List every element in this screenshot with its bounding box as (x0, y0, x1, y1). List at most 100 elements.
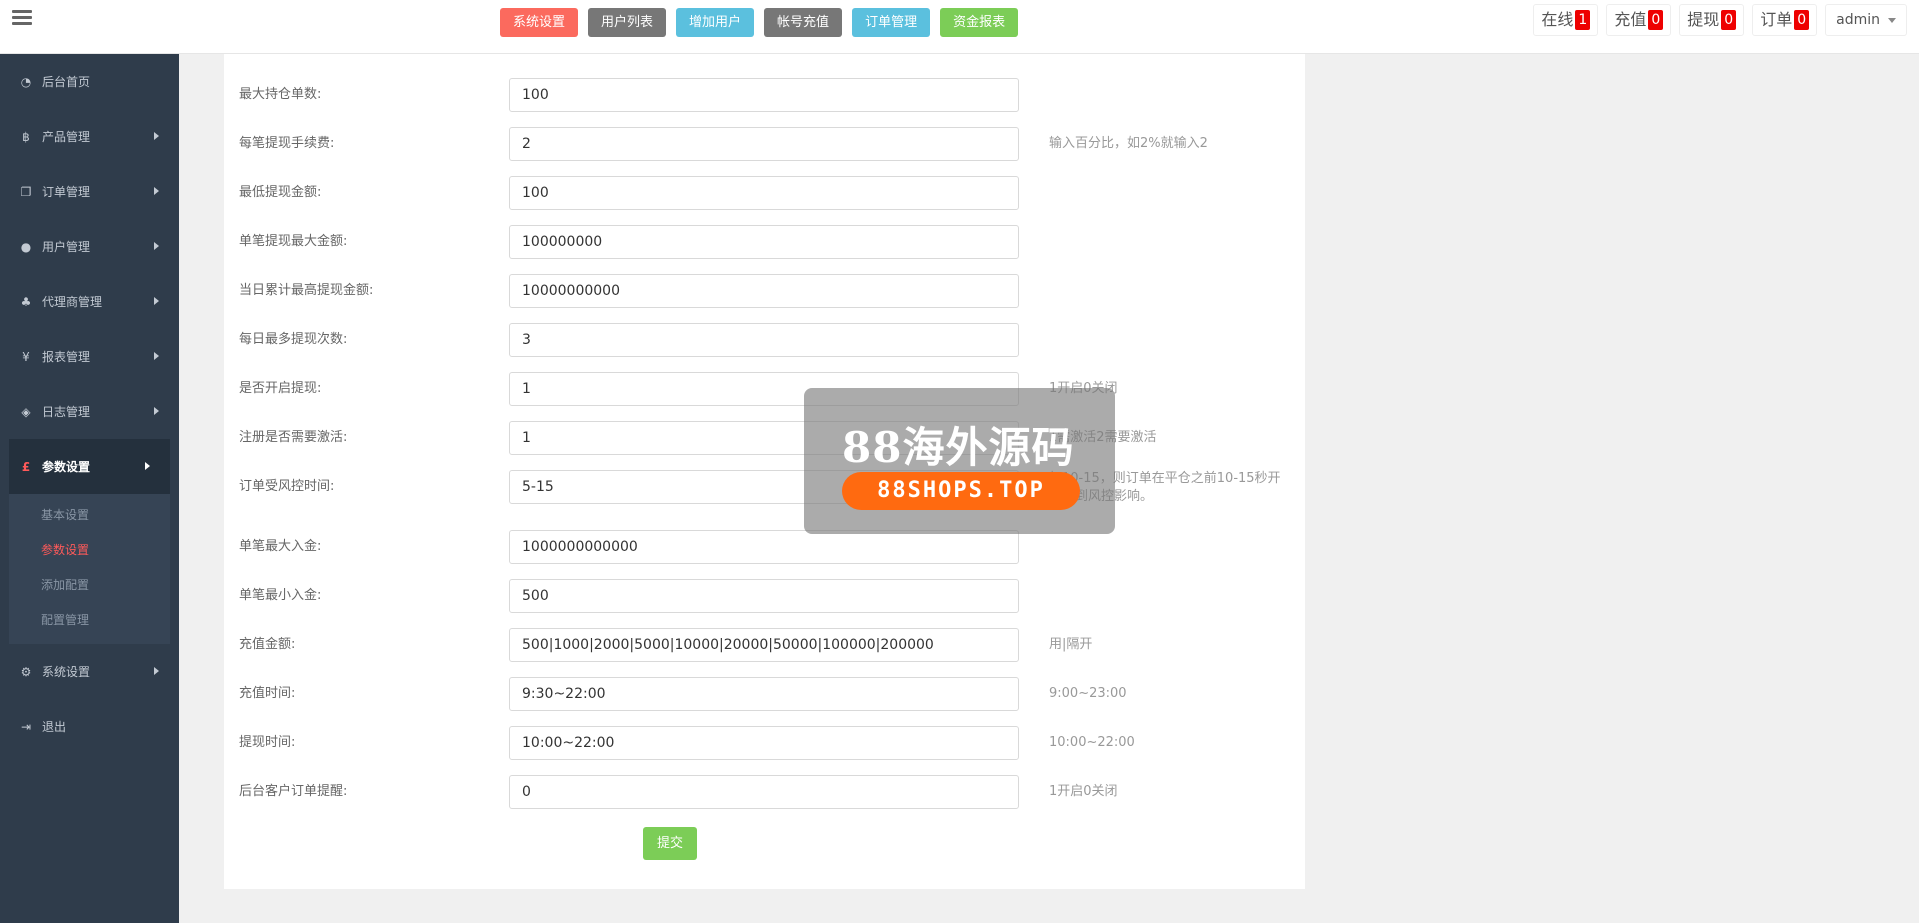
dashboard-icon: ◔ (20, 74, 32, 89)
top-bar: 系统设置 用户列表 增加用户 帐号充值 订单管理 资金报表 在线 1 充值 0 提现 0 订单 0 adm… (0, 0, 1919, 54)
user-menu[interactable]: admin (1825, 4, 1907, 36)
copy-icon: ❐ (20, 184, 32, 199)
form-label: 单笔提现最大金额: (239, 234, 348, 249)
form-input[interactable] (509, 78, 1019, 112)
submenu-item-3[interactable]: 配置管理 (9, 603, 170, 638)
sidebar-item-sitemap[interactable]: ♣ 代理商管理 (0, 274, 179, 329)
form-input[interactable] (509, 274, 1019, 308)
menu-toggle-icon[interactable] (12, 10, 32, 26)
top-nav: 系统设置 用户列表 增加用户 帐号充值 订单管理 资金报表 (500, 8, 1019, 37)
form-input[interactable] (509, 726, 1019, 760)
badge-label: 充值 (1614, 10, 1647, 29)
user-name: admin (1836, 12, 1880, 28)
chevron-right-icon (154, 132, 159, 140)
form-input[interactable] (509, 530, 1019, 564)
chevron-right-icon (154, 187, 159, 195)
sign-out-icon: ⇥ (20, 719, 32, 734)
submit-button[interactable]: 提交 (643, 827, 697, 860)
form-label: 充值金额: (239, 637, 296, 652)
form-row: 最低提现金额: (224, 176, 1305, 210)
topnav-button-2[interactable]: 增加用户 (676, 8, 755, 37)
form-input[interactable] (509, 579, 1019, 613)
form-input[interactable] (509, 176, 1019, 210)
watermark-title: 88海外源码 (842, 423, 1075, 472)
form-hint: 用|隔开 (1049, 637, 1093, 652)
form-row: 提现时间: 10:00~22:00 (224, 726, 1305, 760)
form-label: 是否开启提现: (239, 381, 322, 396)
sidebar-item-params[interactable]: £ 参数设置 (9, 439, 170, 494)
badge-count: 0 (1648, 10, 1664, 30)
topnav-button-1[interactable]: 用户列表 (588, 8, 667, 37)
form-row: 单笔提现最大金额: (224, 225, 1305, 259)
topnav-button-0[interactable]: 系统设置 (500, 8, 579, 37)
form-input[interactable] (509, 127, 1019, 161)
form-input[interactable] (509, 677, 1019, 711)
form-input[interactable] (509, 323, 1019, 357)
badge-3[interactable]: 订单 0 (1752, 4, 1818, 36)
sidebar-item-dashboard[interactable]: ◔ 后台首页 (0, 54, 179, 109)
sidebar-item-user[interactable]: ● 用户管理 (0, 219, 179, 274)
form-hint: 9:00~23:00 (1049, 686, 1127, 701)
sidebar-item-label: 产品管理 (42, 130, 91, 144)
bitcoin-icon: ฿ (22, 129, 30, 144)
form-label: 单笔最小入金: (239, 588, 322, 603)
form-label: 最大持仓单数: (239, 87, 322, 102)
sidebar-item-label: 报表管理 (42, 350, 91, 364)
form-row: 每笔提现手续费: 输入百分比，如2%就输入2 (224, 127, 1305, 161)
sidebar-item-copy[interactable]: ❐ 订单管理 (0, 164, 179, 219)
sidebar-item-tags[interactable]: ◈ 日志管理 (0, 384, 179, 439)
chevron-right-icon (154, 352, 159, 360)
pound-icon: £ (21, 459, 31, 474)
form-input[interactable] (509, 225, 1019, 259)
settings-panel: 最大持仓单数: 每笔提现手续费: 输入百分比，如2%就输入2 最低提现金额: 单笔提现最… (224, 54, 1305, 889)
sidebar-item-label: 日志管理 (42, 405, 91, 419)
submenu-item-1[interactable]: 参数设置 (9, 533, 170, 568)
chevron-right-icon (154, 242, 159, 250)
form-row: 充值时间: 9:00~23:00 (224, 677, 1305, 711)
form-label: 当日累计最高提现金额: (239, 283, 374, 298)
form-row: 单笔最大入金: (224, 530, 1305, 564)
badge-1[interactable]: 充值 0 (1606, 4, 1672, 36)
badge-2[interactable]: 提现 0 (1679, 4, 1745, 36)
badge-label: 订单 (1760, 10, 1793, 29)
form-label: 每日最多提现次数: (239, 332, 348, 347)
form-label: 注册是否需要激活: (239, 430, 348, 445)
chevron-right-icon (154, 297, 159, 305)
form-row: 单笔最小入金: (224, 579, 1305, 613)
sidebar-item-label: 后台首页 (42, 75, 91, 89)
sidebar-item-bitcoin[interactable]: ฿ 产品管理 (0, 109, 179, 164)
sidebar-item-label: 订单管理 (42, 185, 91, 199)
sidebar-item-yen[interactable]: ¥ 报表管理 (0, 329, 179, 384)
form-hint: 10:00~22:00 (1049, 735, 1135, 750)
form-row: 后台客户订单提醒: 1开启0关闭 (224, 775, 1305, 809)
form-row: 当日累计最高提现金额: (224, 274, 1305, 308)
form-input[interactable] (509, 775, 1019, 809)
submenu-item-0[interactable]: 基本设置 (9, 498, 170, 533)
badge-count: 1 (1575, 10, 1591, 30)
caret-down-icon (1888, 17, 1896, 23)
yen-icon: ¥ (22, 349, 30, 364)
sidebar-item-label: 代理商管理 (42, 295, 103, 309)
form-label: 单笔最大入金: (239, 539, 322, 554)
form-label: 最低提现金额: (239, 185, 322, 200)
badge-0[interactable]: 在线 1 (1533, 4, 1599, 36)
form-input[interactable] (509, 628, 1019, 662)
form-hint: 1开启0关闭 (1049, 784, 1118, 799)
topnav-button-3[interactable]: 帐号充值 (764, 8, 843, 37)
sitemap-icon: ♣ (20, 294, 32, 309)
sidebar-group-params: £ 参数设置 基本设置 参数设置 添加配置 配置管理 (9, 439, 170, 644)
badge-count: 0 (1721, 10, 1737, 30)
chevron-right-icon (145, 462, 150, 470)
topnav-button-5[interactable]: 资金报表 (940, 8, 1019, 37)
form-row: 是否开启提现:1开启0关闭 (224, 372, 1305, 406)
sidebar-item-sign-out[interactable]: ⇥ 退出 (0, 699, 179, 754)
chevron-right-icon (154, 407, 159, 415)
submenu-item-2[interactable]: 添加配置 (9, 568, 170, 603)
form-row: 注册是否需要激活:1需激活2需要激活 (224, 421, 1305, 455)
topnav-button-4[interactable]: 订单管理 (852, 8, 931, 37)
sidebar-item-gears[interactable]: ⚙ 系统设置 (0, 644, 179, 699)
badge-label: 提现 (1687, 10, 1720, 29)
watermark-subtitle: 88SHOPS.TOP (842, 472, 1080, 510)
form-hint: 输入百分比，如2%就输入2 (1049, 136, 1208, 151)
form-label: 充值时间: (239, 686, 296, 701)
